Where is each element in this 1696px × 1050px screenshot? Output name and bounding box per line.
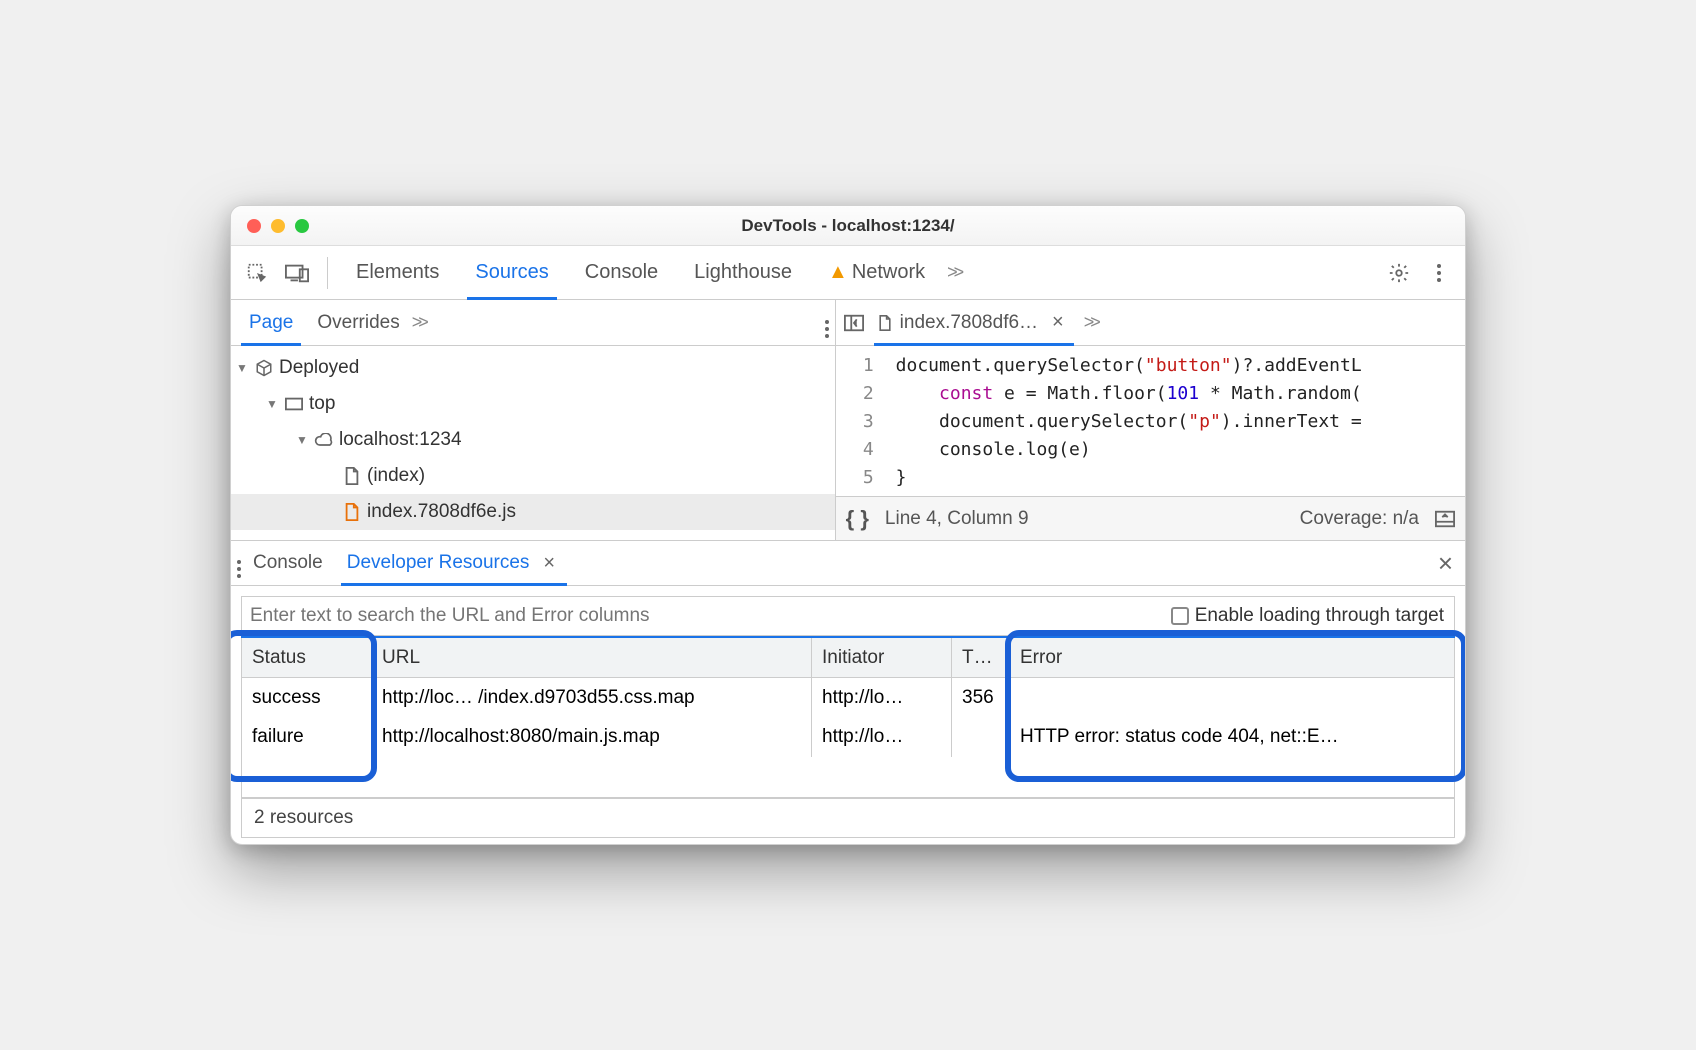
cell-url: http://localhost:8080/main.js.map [372,717,812,757]
gutter: 1 2 3 4 5 [836,346,886,496]
pretty-print-icon[interactable]: { } [846,506,869,532]
editor-panel: index.7808df6… × >> 1 2 3 4 5 document.q… [836,300,1465,540]
file-tree: ▼ Deployed ▼ top ▼ [231,346,835,540]
inspect-icon[interactable] [241,257,273,289]
navigator-menu-icon[interactable] [825,308,829,338]
cell-status: success [242,677,372,717]
drawer-tabs: Console Developer Resources × × [231,540,1465,586]
coverage-label: Coverage: n/a [1300,508,1419,530]
devtools-window: DevTools - localhost:1234/ Elements Sour… [230,205,1466,845]
drawer-tab-label: Developer Resources [347,552,530,574]
enable-loading-label: Enable loading through target [1195,605,1444,627]
settings-icon[interactable] [1383,257,1415,289]
resource-count: 2 resources [254,807,353,829]
cell-initiator: http://lo… [812,677,952,717]
cell-status: failure [242,717,372,757]
cell-initiator: http://lo… [812,717,952,757]
more-file-tabs-icon[interactable]: >> [1084,312,1097,333]
enable-loading-toggle[interactable]: Enable loading through target [1171,605,1454,627]
window-title: DevTools - localhost:1234/ [231,216,1465,236]
close-drawer-tab-icon[interactable]: × [537,552,561,575]
code-editor[interactable]: 1 2 3 4 5 document.querySelector("button… [836,346,1465,496]
filter-bar: Enable loading through target [241,596,1455,636]
table-header-row: Status URL Initiator T… Error [242,637,1455,677]
tree-label: localhost:1234 [339,429,462,451]
minimize-window-button[interactable] [271,219,285,233]
col-status[interactable]: Status [242,637,372,677]
code-content: document.querySelector("button")?.addEve… [886,346,1362,496]
window-controls [231,219,309,233]
more-tabs-icon[interactable]: >> [947,262,960,283]
divider [327,257,328,289]
toggle-navigator-icon[interactable] [844,314,864,332]
tree-label: index.7808df6e.js [367,501,516,523]
tab-network-label: Network [852,261,925,284]
editor-statusbar: { } Line 4, Column 9 Coverage: n/a [836,496,1465,540]
titlebar: DevTools - localhost:1234/ [231,206,1465,246]
drawer-tab-console[interactable]: Console [241,541,335,585]
file-tab[interactable]: index.7808df6… × [868,300,1080,345]
kebab-menu-icon[interactable] [1423,257,1455,289]
document-icon [341,467,363,485]
cursor-position: Line 4, Column 9 [885,508,1029,530]
js-file-icon [341,503,363,521]
cell-url: http://loc… /index.d9703d55.css.map [372,677,812,717]
tab-network[interactable]: ▲ Network [814,246,939,299]
navigator-tabs: Page Overrides >> [231,300,835,346]
col-t[interactable]: T… [952,637,1010,677]
col-url[interactable]: URL [372,637,812,677]
cell-t: 356 [952,677,1010,717]
warning-icon: ▲ [828,261,848,284]
frame-icon [283,397,305,411]
tree-top[interactable]: ▼ top [231,386,835,422]
more-subtabs-icon[interactable]: >> [412,312,425,333]
tab-elements[interactable]: Elements [342,246,453,299]
tab-console[interactable]: Console [571,246,672,299]
filter-input[interactable] [242,601,1159,631]
cell-error [1010,677,1455,717]
tree-index[interactable]: (index) [231,458,835,494]
close-drawer-icon[interactable]: × [1432,548,1459,579]
navigator-panel: Page Overrides >> ▼ Deployed ▼ [231,300,836,540]
cloud-icon [313,433,335,447]
tree-label: Deployed [279,357,359,379]
file-icon [878,315,892,331]
tree-host[interactable]: ▼ localhost:1234 [231,422,835,458]
cube-icon [253,359,275,377]
tree-file-js[interactable]: index.7808df6e.js [231,494,835,530]
close-tab-icon[interactable]: × [1046,311,1070,334]
table-empty-row [242,757,1455,797]
tab-lighthouse[interactable]: Lighthouse [680,246,806,299]
table-footer: 2 resources [241,798,1455,838]
resources-table-wrap: Status URL Initiator T… Error success ht… [241,636,1455,798]
subtab-overrides[interactable]: Overrides [305,300,411,345]
drawer-tab-devres[interactable]: Developer Resources × [335,541,573,585]
tree-deployed[interactable]: ▼ Deployed [231,350,835,386]
table-row[interactable]: failure http://localhost:8080/main.js.ma… [242,717,1455,757]
table-row[interactable]: success http://loc… /index.d9703d55.css.… [242,677,1455,717]
device-toggle-icon[interactable] [281,257,313,289]
subtab-page[interactable]: Page [237,300,305,345]
sources-split: Page Overrides >> ▼ Deployed ▼ [231,300,1465,540]
cell-error: HTTP error: status code 404, net::E… [1010,717,1455,757]
file-tabs: index.7808df6… × >> [836,300,1465,346]
tree-label: top [309,393,335,415]
developer-resources-panel: Enable loading through target Status URL… [231,586,1465,844]
col-error[interactable]: Error [1010,637,1455,677]
close-window-button[interactable] [247,219,261,233]
cell-t [952,717,1010,757]
zoom-window-button[interactable] [295,219,309,233]
tab-sources[interactable]: Sources [461,246,562,299]
main-tab-strip: Elements Sources Console Lighthouse ▲ Ne… [231,246,1465,300]
file-tab-label: index.7808df6… [900,312,1038,334]
show-drawer-icon[interactable] [1435,510,1455,528]
checkbox-icon [1171,607,1189,625]
tree-label: (index) [367,465,425,487]
col-initiator[interactable]: Initiator [812,637,952,677]
resources-table: Status URL Initiator T… Error success ht… [241,636,1455,798]
